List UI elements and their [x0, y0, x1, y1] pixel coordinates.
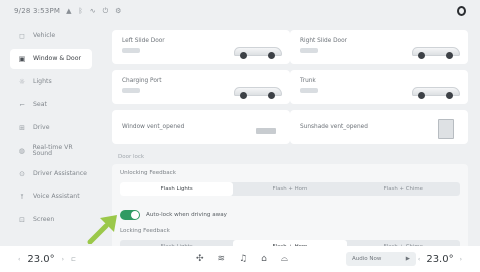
status-bar: 9/28 3:53PM ▲ ᛒ ∿ ⏻ ⚙ — [0, 0, 480, 22]
car-image — [412, 43, 460, 59]
sidebar-item-label: Vehicle — [33, 31, 56, 39]
car-image — [412, 83, 460, 99]
sidebar-item-drive[interactable]: ⊞ Drive — [10, 118, 92, 138]
sidebar-item-vr-sound[interactable]: ◍ Real-time VR Sound — [10, 141, 92, 161]
heat-icon[interactable]: ⌂ — [261, 254, 267, 264]
sidebar-item-lights[interactable]: ☼ Lights — [10, 72, 92, 92]
assist-icon: ⊙ — [19, 170, 25, 178]
sidebar-item-label: Window & Door — [33, 54, 82, 62]
status-pill — [122, 48, 140, 53]
signal-icon: ∿ — [89, 6, 96, 15]
status-pill — [300, 48, 318, 53]
sidebar-item-seat[interactable]: ⌐ Seat — [10, 95, 92, 115]
sidebar-item-screen[interactable]: ⊡ Screen — [10, 210, 92, 230]
sunshade-icon-graphic — [438, 119, 454, 139]
sidebar-item-vehicle[interactable]: ◻ Vehicle — [10, 26, 92, 46]
voice-icon: ߌ — [20, 193, 24, 201]
right-slide-door-card[interactable]: Right Slide Door — [290, 30, 468, 64]
power-icon: ⏻ — [102, 6, 109, 15]
seat-icon: ⌐ — [19, 101, 25, 109]
left-slide-door-card[interactable]: Left Slide Door — [112, 30, 290, 64]
media-label: Audio Now — [352, 256, 382, 262]
status-icons: ▲ ᛒ ∿ ⏻ ⚙ — [66, 7, 121, 16]
unlocking-feedback-label: Unlocking Feedback — [120, 170, 176, 176]
status-time: 9/28 3:53PM — [14, 7, 61, 15]
trunk-card[interactable]: Trunk — [290, 70, 468, 104]
driver-climate: ‹ 23.0° › ⊏ — [18, 254, 76, 265]
car-icon: ◻ — [19, 32, 25, 40]
drive-icon: ⊞ — [19, 124, 25, 132]
sidebar-item-label: Driver Assistance — [33, 169, 87, 177]
seat-heat-icon[interactable]: ⊏ — [71, 256, 76, 263]
screen-icon: ⊡ — [19, 216, 25, 224]
window-icon: ▣ — [18, 55, 26, 63]
sidebar-item-window-door[interactable]: ▣ Window & Door — [10, 49, 92, 69]
bluetooth-icon: ᛒ — [78, 6, 83, 15]
sidebar-item-label: Voice Assistant — [33, 192, 80, 200]
sidebar-item-label: Lights — [33, 77, 52, 85]
left-temp[interactable]: 23.0° — [27, 254, 54, 265]
sidebar-item-label: Screen — [33, 215, 55, 223]
status-pill — [300, 88, 318, 93]
media-widget[interactable]: Audio Now ▶ — [346, 252, 416, 266]
sound-icon: ◍ — [18, 147, 25, 155]
window-vent-card[interactable]: Window vent_opened — [112, 110, 290, 144]
light-icon: ☼ — [18, 78, 26, 86]
sunshade-vent-card[interactable]: Sunshade vent_opened — [290, 110, 468, 144]
auto-lock-label: Auto-lock when driving away — [146, 212, 227, 218]
sidebar-item-label: Real-time VR Sound — [32, 143, 73, 157]
locking-feedback-label: Locking Feedback — [120, 228, 170, 234]
gear-icon: ⚙ — [115, 6, 122, 15]
main-content: Left Slide Door Right Slide Door Chargin… — [100, 26, 468, 268]
section-title: Door lock — [118, 154, 145, 160]
temp-down-icon[interactable]: ‹ — [18, 256, 20, 263]
arrow-pointer-icon — [87, 215, 117, 244]
car-image — [234, 43, 282, 59]
sidebar-item-driver-assistance[interactable]: ⊙ Driver Assistance — [10, 164, 92, 184]
bottom-dock: ‹ 23.0° › ⊏ ✣ ≋ ♫ ⌂ ⌓ Audio Now ▶ ‹ 23.0… — [0, 246, 480, 272]
card-title: Sunshade vent_opened — [300, 124, 368, 130]
fan-icon[interactable]: ✣ — [196, 254, 204, 264]
ac-icon[interactable]: ≋ — [218, 254, 226, 264]
music-icon[interactable]: ♫ — [239, 254, 247, 264]
play-icon[interactable]: ▶ — [406, 256, 410, 262]
temp-up-icon[interactable]: › — [460, 256, 462, 263]
sidebar-item-label: Drive — [33, 123, 50, 131]
status-pill — [122, 88, 140, 93]
sidebar-item-label: Seat — [33, 100, 47, 108]
unlocking-option-2[interactable]: Flash + Horn — [233, 182, 346, 196]
auto-lock-row: Auto-lock when driving away — [120, 210, 227, 220]
wifi-icon: ▲ — [66, 6, 72, 15]
temp-down-icon[interactable]: ‹ — [418, 256, 420, 263]
right-temp[interactable]: 23.0° — [426, 254, 453, 265]
unlocking-option-3[interactable]: Flash + Chime — [347, 182, 460, 196]
profile-icon[interactable] — [457, 6, 466, 16]
unlocking-feedback-selector: Flash Lights Flash + Horn Flash + Chime — [120, 182, 460, 196]
charging-port-card[interactable]: Charging Port — [112, 70, 290, 104]
sidebar-item-voice-assistant[interactable]: ߌ Voice Assistant — [10, 187, 92, 207]
car-image — [234, 83, 282, 99]
climate-controls: ✣ ≋ ♫ ⌂ ⌓ — [196, 254, 288, 264]
passenger-climate: ‹ 23.0° › — [418, 254, 462, 265]
auto-lock-toggle[interactable] — [120, 210, 140, 220]
window-icon-graphic — [256, 128, 276, 134]
app-root: 9/28 3:53PM ▲ ᛒ ∿ ⏻ ⚙ ◻ Vehicle ▣ Window… — [0, 0, 480, 272]
sidebar: ◻ Vehicle ▣ Window & Door ☼ Lights ⌐ Sea… — [10, 26, 92, 246]
home-icon[interactable]: ⌓ — [281, 254, 288, 264]
unlocking-option-1[interactable]: Flash Lights — [120, 182, 234, 196]
temp-up-icon[interactable]: › — [62, 256, 64, 263]
